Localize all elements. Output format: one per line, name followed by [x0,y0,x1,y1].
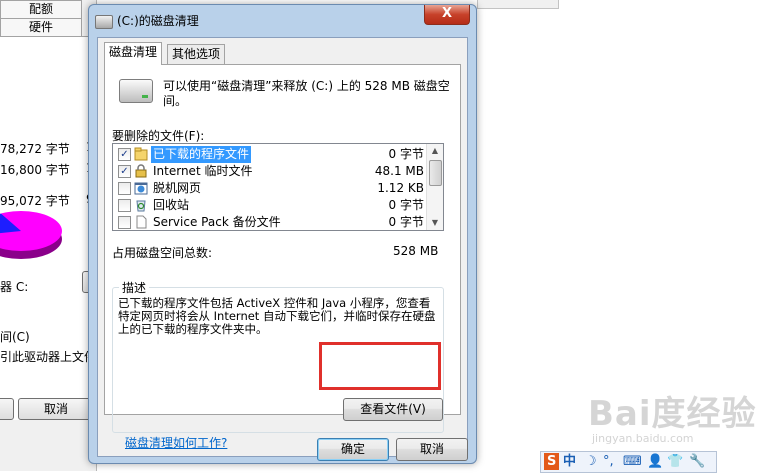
checkbox[interactable] [118,182,131,195]
checkbox[interactable]: ✓ [118,165,131,178]
description-text: 已下载的程序文件包括 ActiveX 控件和 Java 小程序，您查看特定网页时… [118,296,436,336]
total-space-label: 占用磁盘空间总数: [112,246,213,260]
offline-web-icon [134,181,148,195]
scroll-thumb[interactable] [429,160,442,186]
file-name: Internet 临时文件 [153,164,253,178]
tab-customize[interactable] [477,0,559,9]
ok-button-partial[interactable] [0,398,14,420]
baidu-jingyan-url: jingyan.baidu.com [592,432,694,445]
moon-icon[interactable]: ☽ [585,453,597,470]
skin-icon[interactable]: 👕 [667,453,683,470]
list-item[interactable]: ✓ 已下载的程序文件 0 字节 [113,146,428,163]
free-space-size: 16,800 字节 [0,163,70,177]
used-space-size: 78,272 字节 [0,142,70,156]
index-drive-option[interactable]: 引此驱动器上文件 [0,348,96,365]
file-size: 0 字节 [388,215,424,229]
file-name: 回收站 [153,198,190,212]
checkbox[interactable] [118,216,131,229]
help-link[interactable]: 磁盘清理如何工作? [125,434,227,451]
intro-text: 可以使用“磁盘清理”来释放 (C:) 上的 528 MB 磁盘空间。 [163,79,450,108]
files-to-delete-list[interactable]: ✓ 已下载的程序文件 0 字节 ✓ Internet 临时文件 48.1 MB [112,143,444,231]
file-size: 0 字节 [388,198,424,212]
tab-quota[interactable]: 配额 [0,0,82,19]
scroll-up-arrow-icon[interactable]: ▲ [427,144,443,158]
punctuation-icon[interactable]: °, [603,453,614,470]
total-space-value: 528 MB [393,244,439,258]
checkbox[interactable]: ✓ [118,148,131,161]
files-to-delete-label: 要删除的文件(F): [112,129,205,143]
ok-button[interactable]: 确定 [317,438,389,461]
file-name: 已下载的程序文件 [151,146,252,163]
tab-disk-cleanup[interactable]: 磁盘清理 [104,42,163,65]
checkbox[interactable] [118,199,131,212]
view-files-button[interactable]: 查看文件(V) [343,398,443,421]
list-item[interactable]: 回收站 0 字节 [113,197,428,214]
list-scrollbar[interactable]: ▲ ▼ [426,144,443,230]
description-title: 描述 [119,279,150,296]
highlight-annotation [319,342,441,390]
disk-cleanup-dialog: (C:)的磁盘清理 X 磁盘清理 其他选项 可以使用“磁盘清理”来释放 (C:)… [88,4,477,464]
tab-hardware[interactable]: 硬件 [0,18,82,37]
close-button[interactable]: X [424,5,470,25]
keyboard-icon[interactable]: ⌨ [623,453,642,470]
ime-toolbar: S 中 ☽ °, ⌨ 👤 👕 🔧 [540,451,717,473]
background-cancel-button[interactable]: 取消 [18,398,94,420]
dialog-body: 磁盘清理 其他选项 可以使用“磁盘清理”来释放 (C:) 上的 528 MB 磁… [97,37,468,461]
folder-icon [134,147,148,161]
file-name: 脱机网页 [153,181,202,195]
disk-usage-pie-chart [0,205,62,263]
baidu-jingyan-watermark: Bai度经验 [588,394,757,434]
list-item[interactable]: 脱机网页 1.12 KB [113,180,428,197]
file-size: 48.1 MB [374,164,424,178]
scroll-down-arrow-icon[interactable]: ▼ [427,216,443,230]
dialog-title: (C:)的磁盘清理 [117,14,199,28]
settings-wrench-icon[interactable]: 🔧 [689,453,705,470]
lock-icon [134,164,148,178]
file-size: 0 字节 [388,147,424,161]
file-icon [134,215,148,229]
disk-cleanup-title-icon [95,15,113,29]
file-name: Service Pack 备份文件 [153,215,281,229]
file-size: 1.12 KB [377,181,424,195]
hard-drive-icon [119,79,153,103]
sogou-logo-icon[interactable]: S [544,453,560,470]
list-item[interactable]: Service Pack 备份文件 0 字节 [113,214,428,230]
compress-drive-option[interactable]: 间(C) [0,328,30,345]
drive-label: 器 C: [0,280,29,294]
list-item[interactable]: ✓ Internet 临时文件 48.1 MB [113,163,428,180]
cancel-button[interactable]: 取消 [396,438,468,461]
user-icon[interactable]: 👤 [647,453,663,470]
chinese-mode-icon[interactable]: 中 [563,453,576,470]
tab-more-options[interactable]: 其他选项 [167,44,226,64]
recycle-bin-icon [134,198,148,212]
